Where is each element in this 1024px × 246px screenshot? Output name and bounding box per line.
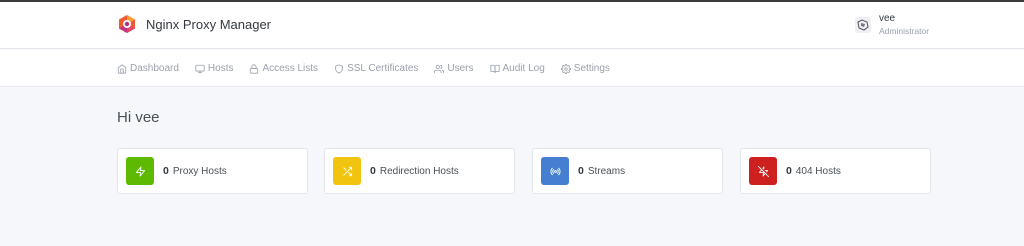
- page-greeting: Hi vee: [117, 109, 160, 126]
- stat-count: 0: [163, 165, 169, 177]
- stat-card-404-hosts[interactable]: 0 404 Hosts: [740, 148, 931, 194]
- avatar-image-icon: [857, 19, 869, 31]
- user-name: vee: [879, 13, 896, 24]
- nav-item-users[interactable]: Users: [434, 63, 474, 74]
- brand[interactable]: Nginx Proxy Manager: [117, 14, 271, 34]
- lock-icon: [250, 63, 259, 74]
- stat-count: 0: [370, 165, 376, 177]
- nav-item-audit-log[interactable]: Audit Log: [489, 63, 545, 74]
- top-header: Nginx Proxy Manager vee Administrator: [0, 2, 1024, 49]
- gear-icon: [560, 63, 571, 74]
- user-menu[interactable]: vee Administrator: [855, 13, 929, 37]
- stat-label: Streams: [587, 165, 626, 177]
- users-icon: [434, 64, 445, 73]
- stat-icon-box: [126, 157, 154, 185]
- nav-label-users: Users: [447, 63, 474, 74]
- nav-item-settings[interactable]: Settings: [560, 63, 610, 74]
- stat-count: 0: [786, 165, 792, 177]
- zap-icon: [135, 165, 145, 177]
- shield-icon: [335, 63, 343, 74]
- nav-item-ssl-certificates[interactable]: SSL Certificates: [334, 63, 418, 74]
- stat-count: 0: [578, 165, 584, 177]
- user-role: Administrator: [879, 26, 930, 36]
- main-nav: Dashboard Hosts Access Lists SSL Certifi…: [0, 50, 1024, 87]
- stat-card-proxy-hosts[interactable]: 0 Proxy Hosts: [117, 148, 308, 194]
- app-logo-icon: [119, 15, 135, 33]
- nav-label-hosts: Hosts: [207, 63, 234, 74]
- nav-item-hosts[interactable]: Hosts: [195, 63, 234, 74]
- radio-icon: [550, 167, 560, 175]
- avatar: [855, 17, 871, 33]
- stat-label: Redirection Hosts: [379, 165, 459, 177]
- home-icon: [117, 63, 127, 74]
- nav-item-dashboard[interactable]: Dashboard: [117, 63, 179, 74]
- nav-item-access-lists[interactable]: Access Lists: [249, 63, 318, 74]
- nav-label-ssl-certificates: SSL Certificates: [347, 63, 419, 74]
- zap-off-icon: [757, 165, 769, 177]
- stat-label: 404 Hosts: [795, 165, 841, 177]
- nav-label-audit-log: Audit Log: [502, 63, 545, 74]
- stat-card-streams[interactable]: 0 Streams: [532, 148, 723, 194]
- nav-label-settings: Settings: [573, 63, 610, 74]
- stat-card-redirection-hosts[interactable]: 0 Redirection Hosts: [324, 148, 515, 194]
- monitor-icon: [195, 64, 205, 73]
- book-open-icon: [489, 64, 500, 73]
- app-title: Nginx Proxy Manager: [146, 16, 271, 32]
- stat-label: Proxy Hosts: [172, 165, 227, 177]
- shuffle-icon: [342, 166, 352, 176]
- stat-icon-box: [749, 157, 777, 185]
- stats-cards: 0 Proxy Hosts 0 Redirection Hosts 0 Stre…: [117, 148, 931, 194]
- stat-icon-box: [333, 157, 361, 185]
- nav-label-dashboard: Dashboard: [130, 63, 179, 74]
- stat-icon-box: [541, 157, 569, 185]
- nav-label-access-lists: Access Lists: [262, 63, 319, 74]
